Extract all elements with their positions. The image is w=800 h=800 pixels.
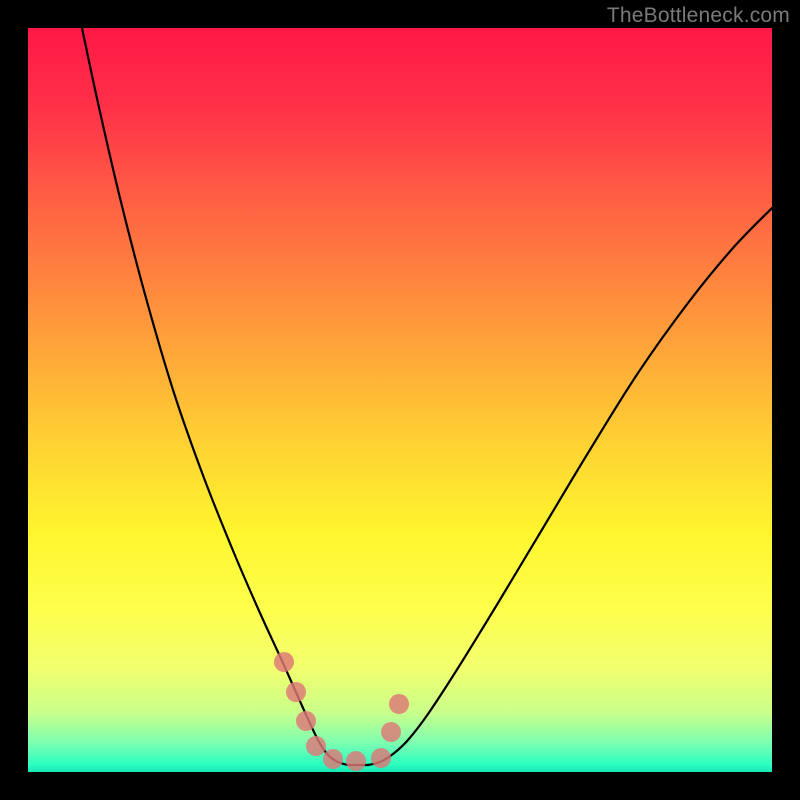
marker-dots-group [274,652,409,771]
curve-right-path [368,208,772,765]
curve-left-path [82,28,348,765]
marker-dot-3 [306,736,326,756]
marker-dot-2 [296,711,316,731]
marker-dot-5 [346,751,366,771]
marker-dot-4 [323,749,343,769]
curve-overlay [28,28,772,772]
marker-dot-8 [389,694,409,714]
bottleneck-curve-right [368,208,772,765]
bottleneck-curve-left [82,28,348,765]
marker-dot-7 [381,722,401,742]
marker-dot-0 [274,652,294,672]
watermark-text: TheBottleneck.com [607,4,790,28]
chart-frame: TheBottleneck.com [0,0,800,800]
marker-dot-1 [286,682,306,702]
plot-area [28,28,772,772]
marker-dot-6 [371,748,391,768]
